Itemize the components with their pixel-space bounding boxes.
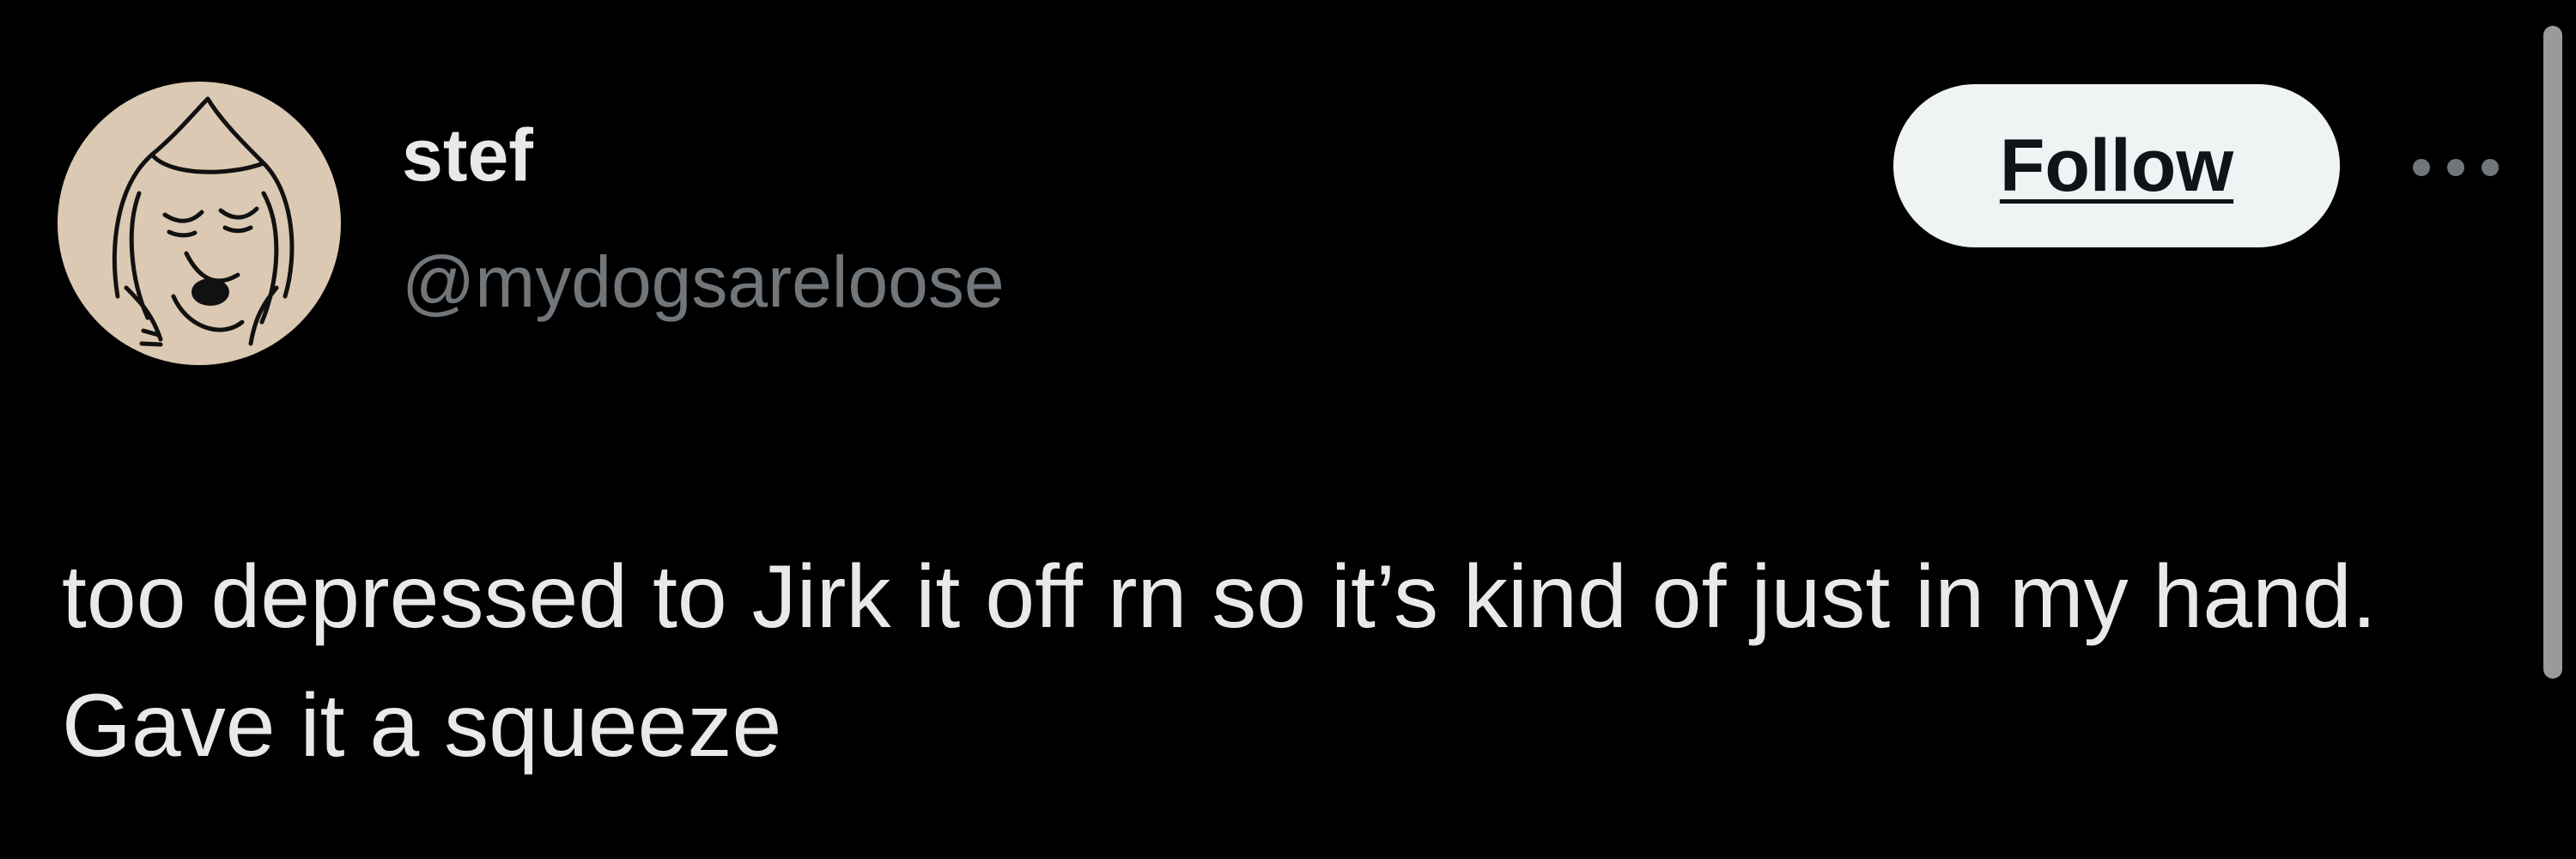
more-options-button[interactable] bbox=[2404, 137, 2507, 198]
display-name[interactable]: stef bbox=[402, 119, 533, 192]
dog-sketch-avatar-icon bbox=[112, 96, 295, 347]
tweet-card: stef @mydogsareloose Follow too depresse… bbox=[0, 0, 2576, 859]
tweet-text: too depressed to Jirk it off rn so it’s … bbox=[62, 547, 2377, 776]
user-handle[interactable]: @mydogsareloose bbox=[402, 246, 1005, 318]
follow-button-label: Follow bbox=[1999, 125, 2234, 207]
more-options-icon bbox=[2413, 159, 2499, 176]
scrollbar[interactable] bbox=[2543, 26, 2562, 679]
follow-button[interactable]: Follow bbox=[1893, 84, 2340, 247]
avatar[interactable] bbox=[58, 82, 341, 365]
